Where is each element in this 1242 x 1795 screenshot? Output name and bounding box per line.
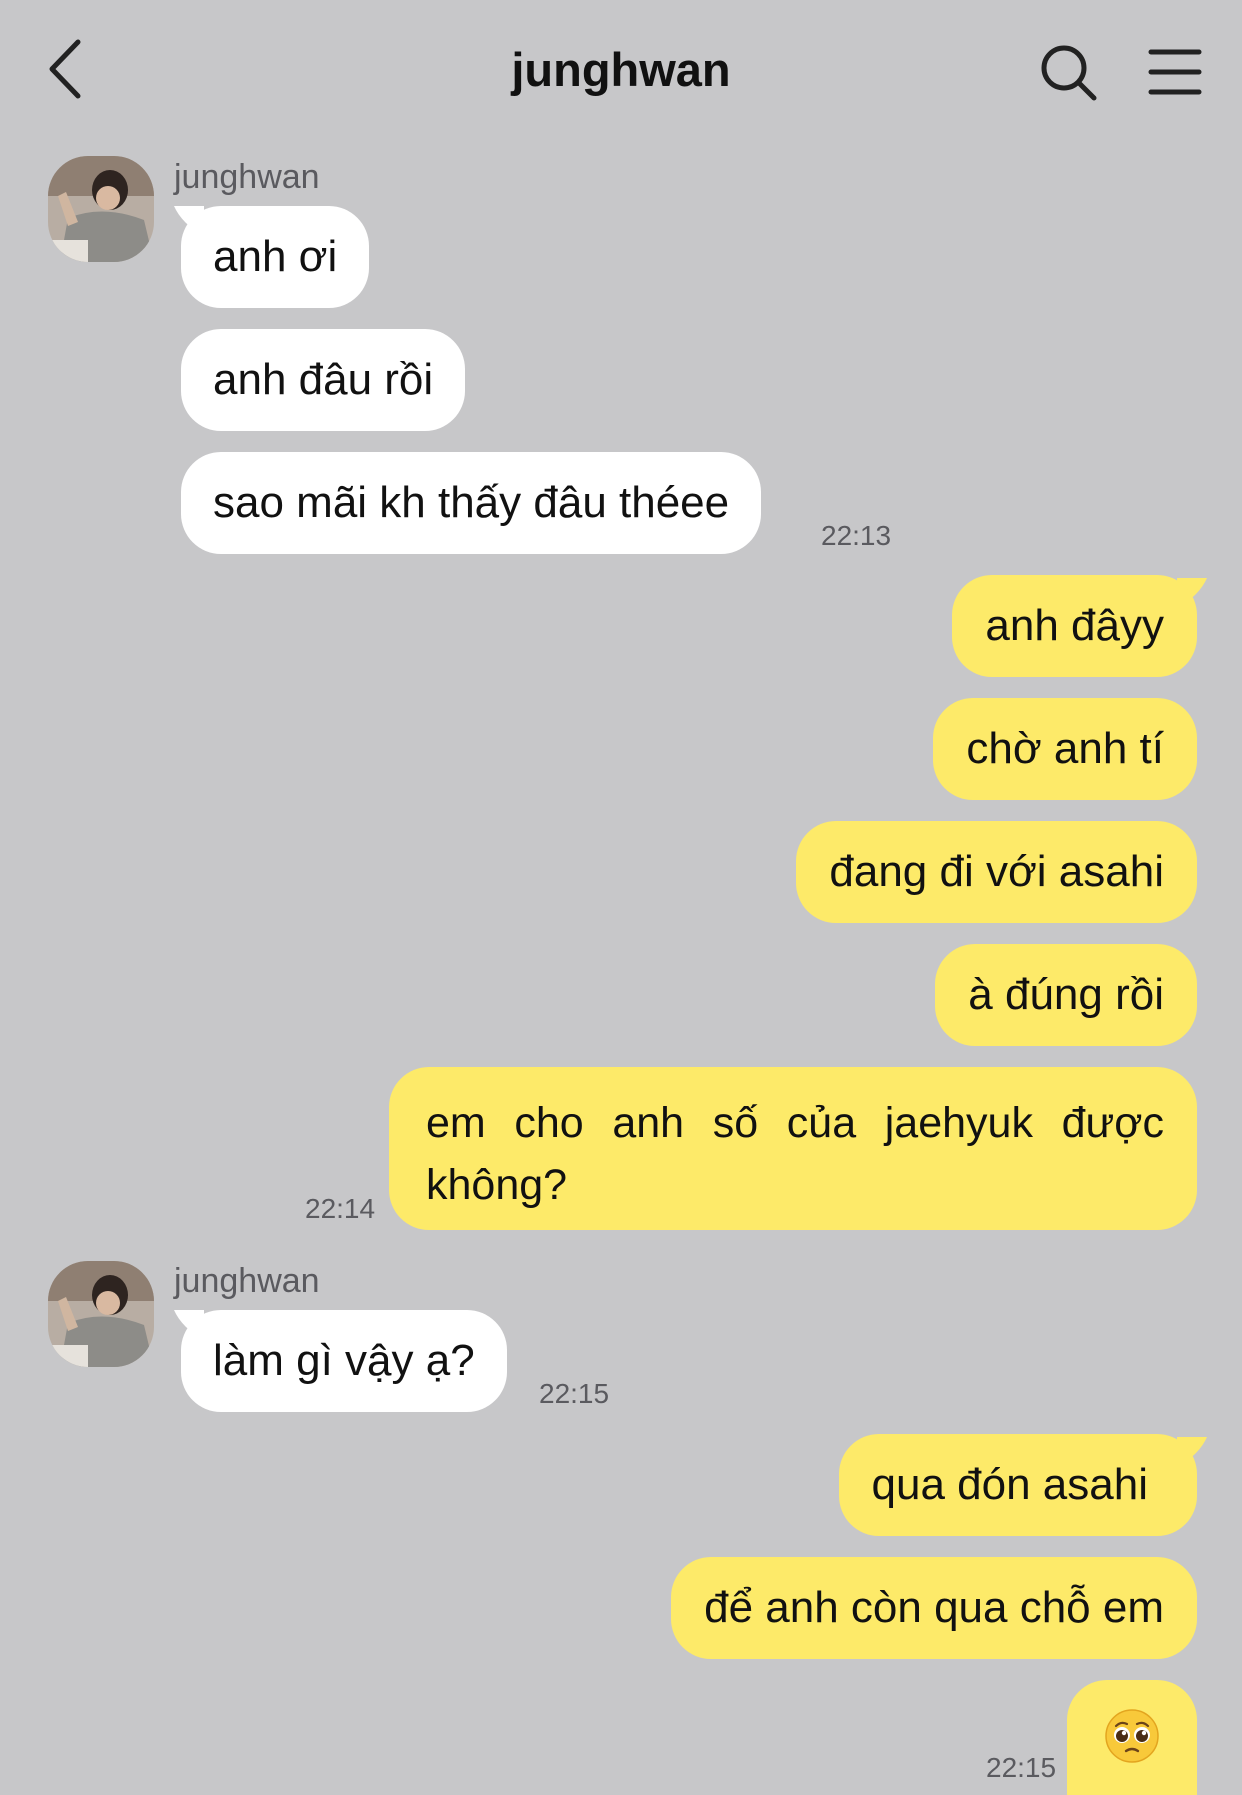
message-bubble-outgoing[interactable]: để anh còn qua chỗ em [671, 1557, 1197, 1659]
sender-name: junghwan [174, 158, 320, 196]
avatar[interactable] [48, 1261, 154, 1367]
message-timestamp: 22:15 [539, 1378, 610, 1409]
message-bubble-incoming[interactable]: làm gì vậy ạ? [181, 1310, 507, 1412]
chat-header: junghwan [0, 0, 1242, 140]
message-bubble-outgoing[interactable]: anh đâyy [952, 575, 1197, 677]
message-timestamp: 22:13 [821, 520, 892, 551]
message-bubble-outgoing[interactable]: chờ anh tí [933, 698, 1197, 800]
message-bubble-incoming[interactable]: sao mãi kh thấy đâu théee [181, 452, 762, 554]
message-bubble-outgoing[interactable]: em cho anh số của jaehyuk được không? [389, 1067, 1197, 1230]
search-icon[interactable] [1040, 44, 1098, 102]
message-timestamp: 22:14 [305, 1193, 376, 1224]
pleading-face-emoji [1105, 1709, 1159, 1763]
hamburger-menu-icon[interactable] [1148, 48, 1202, 96]
sender-name: junghwan [174, 1262, 320, 1300]
message-bubble-incoming[interactable]: anh ơi [181, 206, 370, 308]
message-bubble-outgoing[interactable] [1067, 1680, 1197, 1795]
message-bubble-outgoing[interactable]: qua đón asahi [838, 1434, 1197, 1536]
avatar[interactable] [48, 156, 154, 262]
message-timestamp: 22:15 [986, 1752, 1057, 1783]
message-bubble-incoming[interactable]: anh đâu rồi [181, 329, 466, 431]
message-bubble-outgoing[interactable]: đang đi với asahi [796, 821, 1197, 923]
message-bubble-outgoing[interactable]: à đúng rồi [935, 944, 1197, 1046]
